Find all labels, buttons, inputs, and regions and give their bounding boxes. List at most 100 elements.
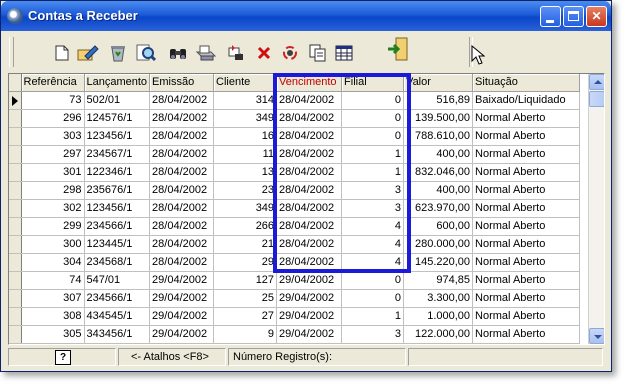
- cell-referencia[interactable]: 298: [21, 181, 85, 200]
- close-button[interactable]: ✕: [586, 6, 607, 27]
- cell-referencia[interactable]: 74: [21, 271, 85, 290]
- scroll-thumb[interactable]: [589, 91, 604, 107]
- cell-lancamento[interactable]: 234566/1: [84, 289, 151, 308]
- table-row[interactable]: 302 123456/1 28/04/2002 349 28/04/2002 3 623.9…: [9, 199, 581, 218]
- column-header-situacao[interactable]: Situação: [472, 74, 581, 92]
- cell-cliente[interactable]: 13: [213, 163, 278, 182]
- cell-emissao[interactable]: 28/04/2002: [149, 163, 215, 182]
- cell-lancamento[interactable]: 123456/1: [84, 199, 151, 218]
- column-header-emissao[interactable]: Emissão: [149, 74, 215, 92]
- cell-cliente[interactable]: 25: [213, 289, 278, 308]
- cell-vencimento[interactable]: 28/04/2002: [276, 163, 343, 182]
- cell-emissao[interactable]: 28/04/2002: [149, 253, 215, 272]
- delete-icon[interactable]: [253, 43, 275, 63]
- cell-lancamento[interactable]: 234567/1: [84, 145, 151, 164]
- maximize-button[interactable]: [563, 6, 584, 27]
- cell-vencimento[interactable]: 29/04/2002: [276, 271, 343, 290]
- row-indicator[interactable]: [9, 253, 22, 272]
- table-row[interactable]: 74 547/01 29/04/2002 127 29/04/2002 0 974,85 No…: [9, 271, 581, 290]
- cell-filial[interactable]: 3: [341, 325, 405, 344]
- cell-situacao[interactable]: Normal Aberto: [472, 235, 581, 254]
- cell-cliente[interactable]: 266: [213, 217, 278, 236]
- row-indicator[interactable]: [9, 127, 22, 146]
- cell-emissao[interactable]: 28/04/2002: [149, 109, 215, 128]
- cell-cliente[interactable]: 9: [213, 325, 278, 344]
- cell-emissao[interactable]: 29/04/2002: [149, 307, 215, 326]
- table-row[interactable]: 300 123445/1 28/04/2002 21 28/04/2002 4 280.00…: [9, 235, 581, 254]
- row-indicator[interactable]: [9, 181, 22, 200]
- cell-cliente[interactable]: 349: [213, 109, 278, 128]
- table-row[interactable]: 304 234568/1 28/04/2002 29 28/04/2002 4 145.22…: [9, 253, 581, 272]
- column-header-cliente[interactable]: Cliente: [213, 74, 278, 92]
- cell-vencimento[interactable]: 29/04/2002: [276, 325, 343, 344]
- cell-filial[interactable]: 4: [341, 235, 405, 254]
- cell-situacao[interactable]: Normal Aberto: [472, 181, 581, 200]
- cell-referencia[interactable]: 302: [21, 199, 85, 218]
- cell-referencia[interactable]: 300: [21, 235, 85, 254]
- cell-situacao[interactable]: Normal Aberto: [472, 163, 581, 182]
- row-indicator[interactable]: [9, 199, 22, 218]
- vertical-scrollbar[interactable]: [588, 74, 604, 344]
- cell-lancamento[interactable]: 234568/1: [84, 253, 151, 272]
- cell-emissao[interactable]: 28/04/2002: [149, 199, 215, 218]
- table-row[interactable]: 73 502/01 28/04/2002 314 28/04/2002 0 516,89 Ba…: [9, 91, 581, 110]
- cell-referencia[interactable]: 296: [21, 109, 85, 128]
- cell-cliente[interactable]: 29: [213, 253, 278, 272]
- cell-vencimento[interactable]: 28/04/2002: [276, 235, 343, 254]
- cell-valor[interactable]: 600,00: [403, 217, 474, 236]
- table-row[interactable]: 308 434545/1 29/04/2002 27 29/04/2002 1 1.000,…: [9, 307, 581, 326]
- table-row[interactable]: 299 234566/1 28/04/2002 266 28/04/2002 4 600,0…: [9, 217, 581, 236]
- cell-filial[interactable]: 0: [341, 109, 405, 128]
- cell-emissao[interactable]: 29/04/2002: [149, 289, 215, 308]
- cell-lancamento[interactable]: 124576/1: [84, 109, 151, 128]
- row-indicator[interactable]: [9, 289, 22, 308]
- row-indicator[interactable]: [9, 325, 22, 344]
- cell-filial[interactable]: 3: [341, 181, 405, 200]
- cell-cliente[interactable]: 23: [213, 181, 278, 200]
- exit-door-icon[interactable]: [387, 37, 409, 61]
- row-indicator[interactable]: [9, 145, 22, 164]
- cell-filial[interactable]: 0: [341, 271, 405, 290]
- cell-situacao[interactable]: Normal Aberto: [472, 253, 581, 272]
- cell-vencimento[interactable]: 28/04/2002: [276, 145, 343, 164]
- table-row[interactable]: 303 123456/1 28/04/2002 16 28/04/2002 0 788.61…: [9, 127, 581, 146]
- column-header-valor[interactable]: Valor: [403, 74, 474, 92]
- row-indicator[interactable]: [9, 91, 22, 110]
- row-indicator[interactable]: [9, 271, 22, 290]
- cell-filial[interactable]: 4: [341, 253, 405, 272]
- cell-cliente[interactable]: 127: [213, 271, 278, 290]
- cell-filial[interactable]: 4: [341, 217, 405, 236]
- cell-situacao[interactable]: Normal Aberto: [472, 271, 581, 290]
- column-header-referencia[interactable]: Referência: [21, 74, 85, 92]
- cell-cliente[interactable]: 27: [213, 307, 278, 326]
- row-indicator[interactable]: [9, 109, 22, 128]
- scroll-down-button[interactable]: [589, 328, 604, 344]
- cell-referencia[interactable]: 301: [21, 163, 85, 182]
- cell-filial[interactable]: 1: [341, 163, 405, 182]
- cell-emissao[interactable]: 28/04/2002: [149, 145, 215, 164]
- app-icon[interactable]: [7, 8, 23, 24]
- cell-vencimento[interactable]: 29/04/2002: [276, 289, 343, 308]
- table-row[interactable]: 301 122346/1 28/04/2002 13 28/04/2002 1 832.04…: [9, 163, 581, 182]
- cell-lancamento[interactable]: 123445/1: [84, 235, 151, 254]
- cell-lancamento[interactable]: 235676/1: [84, 181, 151, 200]
- cell-valor[interactable]: 788.610,00: [403, 127, 474, 146]
- cell-filial[interactable]: 0: [341, 91, 405, 110]
- cell-emissao[interactable]: 29/04/2002: [149, 271, 215, 290]
- cell-situacao[interactable]: Normal Aberto: [472, 325, 581, 344]
- cell-lancamento[interactable]: 343456/1: [84, 325, 151, 344]
- cell-filial[interactable]: 1: [341, 307, 405, 326]
- column-header-vencimento[interactable]: Vencimento: [276, 74, 343, 92]
- table-row[interactable]: 298 235676/1 28/04/2002 23 28/04/2002 3 400,00…: [9, 181, 581, 200]
- cell-vencimento[interactable]: 28/04/2002: [276, 217, 343, 236]
- cell-vencimento[interactable]: 28/04/2002: [276, 127, 343, 146]
- column-header-lancamento[interactable]: Lançamento: [84, 74, 151, 92]
- cell-lancamento[interactable]: 234566/1: [84, 217, 151, 236]
- column-header-filial[interactable]: Filial: [341, 74, 405, 92]
- cell-cliente[interactable]: 21: [213, 235, 278, 254]
- cell-referencia[interactable]: 297: [21, 145, 85, 164]
- table-icon[interactable]: [333, 43, 355, 63]
- cell-emissao[interactable]: 28/04/2002: [149, 235, 215, 254]
- cell-emissao[interactable]: 28/04/2002: [149, 127, 215, 146]
- row-indicator[interactable]: [9, 235, 22, 254]
